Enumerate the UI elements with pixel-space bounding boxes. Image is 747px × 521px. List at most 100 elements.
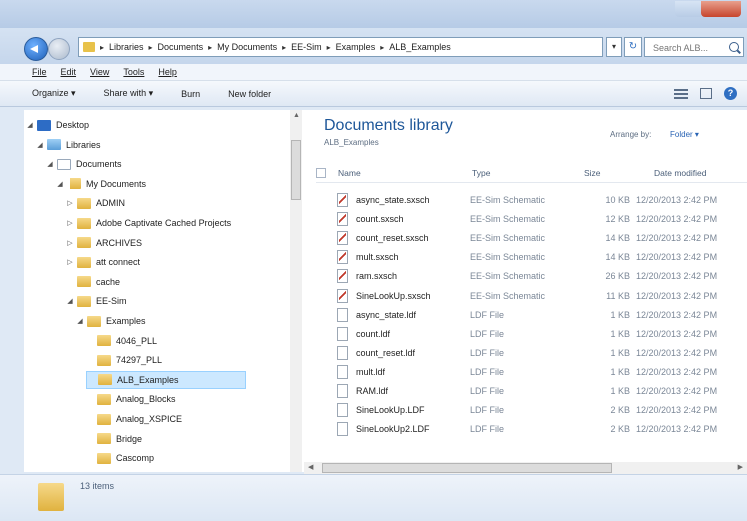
nav-tree-item[interactable]: ▷ Adobe Captivate Cached Projects xyxy=(66,214,231,232)
expander-icon[interactable]: ◢ xyxy=(36,141,44,149)
file-row[interactable]: SineLookUp.sxsch EE-Sim Schematic 11 KB 12/… xyxy=(334,287,747,305)
file-row[interactable]: async_state.ldf LDF File 1 KB 12/20/2013 2:… xyxy=(334,306,747,324)
expander-icon[interactable]: ◢ xyxy=(56,180,64,188)
nav-tree-item[interactable]: ◢ EE-Sim xyxy=(66,292,127,310)
breadcrumb-alb-examples[interactable]: ALB_Examples xyxy=(389,42,451,52)
expander-icon[interactable]: ◢ xyxy=(66,297,74,305)
menu-view[interactable]: View xyxy=(90,67,109,77)
breadcrumb-documents[interactable]: Documents xyxy=(158,42,204,52)
column-header-name[interactable]: Name xyxy=(338,168,361,178)
nav-tree-item[interactable]: 74297_PLL xyxy=(86,351,162,369)
horizontal-scrollbar[interactable]: ◀ ▶ xyxy=(304,462,747,474)
nav-tree-item[interactable]: Analog_Blocks xyxy=(86,390,176,408)
file-row[interactable]: count_reset.ldf LDF File 1 KB 12/20/2013 2:… xyxy=(334,344,747,362)
organize-button[interactable]: Organize ▾ xyxy=(32,88,76,99)
nav-tree-label: ADMIN xyxy=(96,198,125,209)
scroll-left-icon[interactable]: ◀ xyxy=(308,463,313,471)
expander-icon[interactable]: ▷ xyxy=(66,199,74,207)
breadcrumb-separator[interactable]: ▸ xyxy=(282,43,286,52)
nav-tree-item[interactable]: Analog_XSPICE xyxy=(86,410,182,428)
file-row[interactable]: count.sxsch EE-Sim Schematic 12 KB 12/20/20… xyxy=(334,210,747,228)
address-dropdown-icon[interactable]: ▾ xyxy=(606,37,622,57)
breadcrumb-separator[interactable]: ▸ xyxy=(100,43,104,52)
address-bar[interactable]: ▸ Libraries ▸ Documents ▸ My Documents ▸… xyxy=(78,37,603,57)
help-icon[interactable]: ? xyxy=(724,87,737,100)
menu-edit[interactable]: Edit xyxy=(61,67,77,77)
folder-icon xyxy=(87,315,101,327)
expander-icon[interactable]: ◢ xyxy=(46,160,54,168)
expander-icon[interactable]: ◢ xyxy=(26,121,34,129)
share-with-button[interactable]: Share with ▾ xyxy=(104,88,154,99)
menu-file[interactable]: File xyxy=(32,67,47,77)
nav-tree-item[interactable]: ◢ My Documents xyxy=(56,175,146,193)
expander-icon[interactable]: ▷ xyxy=(66,239,74,247)
title-bar xyxy=(0,0,747,28)
search-icon[interactable] xyxy=(729,42,739,52)
nav-tree-item[interactable]: cache xyxy=(66,273,120,291)
nav-tree-item[interactable]: ▷ ARCHIVES xyxy=(66,234,142,252)
file-row[interactable]: SineLookUp2.LDF LDF File 2 KB 12/20/2013 2:… xyxy=(334,420,747,438)
nav-tree-item[interactable]: ▷ att connect xyxy=(66,253,140,271)
scrollbar-thumb[interactable] xyxy=(291,140,301,200)
back-arrow-icon[interactable] xyxy=(24,37,48,61)
change-view-icon[interactable] xyxy=(674,88,688,99)
nav-tree-label: Analog_Blocks xyxy=(116,394,176,405)
nav-tree-item[interactable]: ◢ Libraries xyxy=(36,136,101,154)
nav-tree-item[interactable]: Bridge xyxy=(86,430,142,448)
nav-tree-item[interactable]: ◢ Desktop xyxy=(26,116,89,134)
forward-arrow-icon[interactable] xyxy=(48,38,70,60)
breadcrumb-separator[interactable]: ▸ xyxy=(208,43,212,52)
file-row[interactable]: count_reset.sxsch EE-Sim Schematic 14 KB 12… xyxy=(334,229,747,247)
breadcrumb-separator[interactable]: ▸ xyxy=(380,43,384,52)
nav-tree-item[interactable]: ALB_Examples xyxy=(86,370,246,389)
column-header-size[interactable]: Size xyxy=(584,168,601,178)
file-row[interactable]: mult.ldf LDF File 1 KB 12/20/2013 2:42 PM xyxy=(334,363,747,381)
menu-help[interactable]: Help xyxy=(158,67,177,77)
file-row[interactable]: SineLookUp.LDF LDF File 2 KB 12/20/2013 2:4… xyxy=(334,401,747,419)
refresh-icon[interactable]: ↻ xyxy=(624,37,642,57)
nav-tree-item[interactable]: ◢ Examples xyxy=(76,312,146,330)
file-row[interactable]: mult.sxsch EE-Sim Schematic 14 KB 12/20/201… xyxy=(334,248,747,266)
folder-icon xyxy=(38,483,64,511)
column-header-date[interactable]: Date modified xyxy=(654,168,706,178)
breadcrumb-examples[interactable]: Examples xyxy=(336,42,376,52)
file-row[interactable]: RAM.ldf LDF File 1 KB 12/20/2013 2:42 PM xyxy=(334,382,747,400)
burn-button[interactable]: Burn xyxy=(181,89,200,99)
menu-tools[interactable]: Tools xyxy=(123,67,144,77)
breadcrumb-ee-sim[interactable]: EE-Sim xyxy=(291,42,322,52)
file-type: LDF File xyxy=(470,405,505,416)
item-count: 13 items xyxy=(80,481,115,491)
scroll-right-icon[interactable]: ▶ xyxy=(738,463,743,471)
scroll-up-icon[interactable]: ▲ xyxy=(293,112,300,119)
navigation-scrollbar[interactable]: ▲ xyxy=(290,110,302,472)
search-box[interactable] xyxy=(644,37,744,57)
file-row[interactable]: async_state.sxsch EE-Sim Schematic 10 KB 12… xyxy=(334,191,747,209)
breadcrumb-my-documents[interactable]: My Documents xyxy=(217,42,277,52)
scrollbar-thumb[interactable] xyxy=(322,463,612,473)
arrange-by-dropdown[interactable]: Folder ▾ xyxy=(670,130,699,139)
new-folder-button[interactable]: New folder xyxy=(228,89,271,99)
nav-tree-item[interactable]: Cascomp xyxy=(86,449,154,467)
file-date: 12/20/2013 2:42 PM xyxy=(636,309,718,320)
nav-tree-item[interactable]: 4046_PLL xyxy=(86,332,157,350)
file-row[interactable]: count.ldf LDF File 1 KB 12/20/2013 2:42 PM xyxy=(334,325,747,343)
nav-tree-item[interactable]: ▷ ADMIN xyxy=(66,194,125,212)
select-all-checkbox[interactable] xyxy=(316,168,326,178)
expander-icon[interactable]: ◢ xyxy=(76,317,84,325)
ldf-file-icon xyxy=(337,345,348,360)
file-date: 12/20/2013 2:42 PM xyxy=(636,347,718,358)
breadcrumb-separator[interactable]: ▸ xyxy=(149,43,153,52)
expander-icon[interactable]: ▷ xyxy=(66,258,74,266)
preview-pane-icon[interactable] xyxy=(700,88,712,99)
column-header-type[interactable]: Type xyxy=(472,168,490,178)
file-row[interactable]: ram.sxsch EE-Sim Schematic 26 KB 12/20/2013… xyxy=(334,267,747,285)
breadcrumb-separator[interactable]: ▸ xyxy=(327,43,331,52)
search-input[interactable] xyxy=(651,39,733,57)
close-button[interactable] xyxy=(701,1,741,17)
expander-icon[interactable]: ▷ xyxy=(66,219,74,227)
nav-tree-item[interactable]: ◢ Documents xyxy=(46,155,122,173)
maximize-button[interactable] xyxy=(675,1,701,17)
file-name: SineLookUp.LDF xyxy=(356,405,425,416)
file-date: 12/20/2013 2:42 PM xyxy=(636,386,718,396)
breadcrumb-libraries[interactable]: Libraries xyxy=(109,42,144,52)
